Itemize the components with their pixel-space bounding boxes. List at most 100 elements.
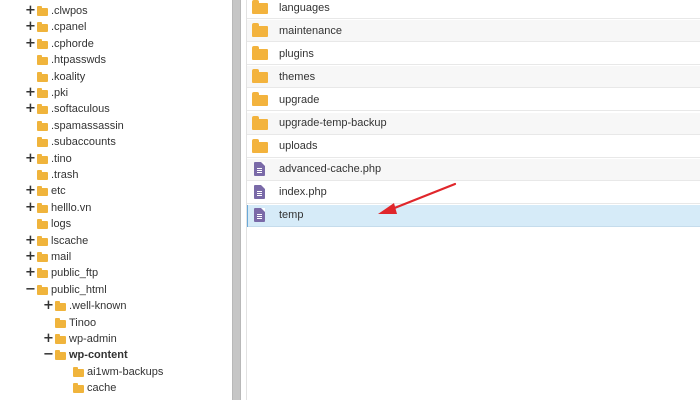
folder-icon bbox=[37, 137, 48, 148]
folder-icon bbox=[37, 153, 48, 164]
tree-item[interactable]: ai1wm-backups bbox=[62, 364, 163, 380]
tree-item[interactable]: + .tino bbox=[25, 151, 72, 167]
tree-item-label: .tino bbox=[51, 152, 72, 165]
tree-item-label: cache bbox=[87, 382, 117, 395]
folder-icon bbox=[252, 69, 268, 84]
file-row[interactable]: maintenance bbox=[247, 20, 700, 43]
expand-icon[interactable]: + bbox=[25, 151, 36, 167]
folder-icon bbox=[37, 252, 48, 262]
tree-item[interactable]: + .well-known bbox=[43, 298, 127, 314]
tree-item[interactable]: .htpasswds bbox=[26, 52, 106, 68]
pane-divider[interactable] bbox=[232, 0, 241, 400]
file-name: themes bbox=[279, 70, 316, 83]
expand-icon[interactable]: + bbox=[25, 85, 36, 101]
tree-item-label: Tinoo bbox=[69, 316, 97, 329]
tree-item[interactable]: Tinoo bbox=[44, 315, 96, 331]
expand-icon[interactable]: + bbox=[25, 249, 36, 265]
file-name: advanced-cache.php bbox=[279, 163, 382, 176]
file-name: temp bbox=[279, 209, 304, 222]
tree-item-label: .htpasswds bbox=[51, 54, 107, 67]
expand-icon[interactable]: + bbox=[25, 200, 36, 216]
file-row[interactable]: languages bbox=[247, 0, 700, 19]
expand-icon[interactable]: + bbox=[25, 101, 36, 117]
tree-item[interactable]: cache bbox=[62, 380, 116, 396]
folder-icon bbox=[73, 366, 84, 377]
tree-item[interactable]: + wp-admin bbox=[43, 331, 117, 347]
folder-icon bbox=[37, 104, 48, 115]
tree-item-label: .softaculous bbox=[51, 103, 110, 116]
tree-item[interactable]: + .clwpos bbox=[25, 3, 88, 19]
tree-item[interactable]: + mail bbox=[25, 249, 72, 265]
folder-open-icon bbox=[37, 284, 48, 295]
tree-item-label: wp-admin bbox=[69, 333, 117, 345]
expand-icon[interactable]: + bbox=[43, 298, 54, 314]
tree-item-label: .clwpos bbox=[51, 5, 88, 17]
tree-item-label: mail bbox=[51, 251, 72, 263]
expand-icon[interactable]: + bbox=[25, 233, 36, 249]
file-name: index.php bbox=[279, 186, 327, 199]
tree-item[interactable]: + .pki bbox=[25, 85, 68, 101]
collapse-icon[interactable]: − bbox=[43, 347, 54, 363]
tree-item-label: public_html bbox=[51, 283, 107, 296]
file-row[interactable]: upgrade bbox=[247, 89, 700, 112]
tree-item[interactable]: − public_html bbox=[25, 282, 107, 298]
folder-icon bbox=[37, 202, 48, 213]
expand-icon[interactable]: + bbox=[25, 19, 36, 35]
expand-icon[interactable]: + bbox=[25, 183, 36, 199]
folder-icon bbox=[37, 22, 48, 33]
expand-icon[interactable]: + bbox=[25, 265, 36, 281]
file-name: upgrade bbox=[279, 93, 320, 106]
file-row[interactable]: advanced-cache.php bbox=[247, 158, 700, 181]
file-row[interactable]: uploads bbox=[247, 136, 700, 158]
folder-icon bbox=[37, 268, 48, 279]
file-row[interactable]: index.php bbox=[247, 182, 700, 204]
tree-item[interactable]: .spamassassin bbox=[26, 118, 124, 134]
folder-open-icon bbox=[55, 350, 66, 361]
folder-icon bbox=[55, 334, 66, 344]
tree-item[interactable]: + etc bbox=[25, 183, 66, 199]
tree-item[interactable]: .subaccounts bbox=[26, 134, 116, 150]
tree-item[interactable]: + .cpanel bbox=[25, 19, 86, 35]
tree-item[interactable]: logs bbox=[26, 216, 71, 232]
expand-icon[interactable]: + bbox=[25, 36, 36, 52]
folder-icon bbox=[37, 219, 48, 230]
tree-item[interactable]: + public_ftp bbox=[25, 265, 98, 281]
file-name: uploads bbox=[279, 140, 318, 153]
tree-item[interactable]: .trash bbox=[26, 167, 79, 183]
folder-icon bbox=[252, 0, 268, 14]
file-list: languages maintenance plugins themes upgrade… bbox=[246, 0, 700, 400]
file-name: maintenance bbox=[279, 24, 342, 37]
tree-item[interactable]: − wp-content bbox=[43, 347, 128, 363]
folder-icon bbox=[37, 235, 48, 246]
folder-icon bbox=[252, 138, 268, 153]
file-row[interactable]: plugins bbox=[247, 43, 700, 66]
tree-item[interactable]: .koality bbox=[26, 69, 85, 85]
tree-item-label: .well-known bbox=[69, 300, 127, 313]
folder-icon bbox=[37, 38, 48, 49]
file-row[interactable]: themes bbox=[247, 66, 700, 89]
file-row[interactable]: upgrade-temp-backup bbox=[247, 112, 700, 135]
expand-icon[interactable]: + bbox=[43, 331, 54, 347]
tree-item[interactable]: + lscache bbox=[25, 233, 88, 249]
tree-item[interactable]: + helllo.vn bbox=[25, 200, 91, 216]
file-name: languages bbox=[279, 1, 330, 14]
folder-icon bbox=[37, 170, 48, 180]
tree-item-label: logs bbox=[51, 218, 72, 231]
collapse-icon[interactable]: − bbox=[25, 282, 36, 298]
tree-item-label: .koality bbox=[51, 70, 86, 83]
tree-item-label: etc bbox=[51, 185, 66, 198]
tree-item[interactable]: + .cphorde bbox=[25, 36, 94, 52]
folder-tree: + .clwpos + .cpanel + .cphorde .htpasswds .koal… bbox=[0, 0, 232, 400]
tree-item-label: .cphorde bbox=[51, 37, 94, 50]
tree-item[interactable]: + .softaculous bbox=[25, 101, 110, 117]
folder-icon bbox=[37, 6, 48, 16]
folder-icon bbox=[37, 120, 48, 131]
expand-icon[interactable]: + bbox=[25, 3, 36, 19]
file-row[interactable]: temp bbox=[247, 204, 700, 227]
